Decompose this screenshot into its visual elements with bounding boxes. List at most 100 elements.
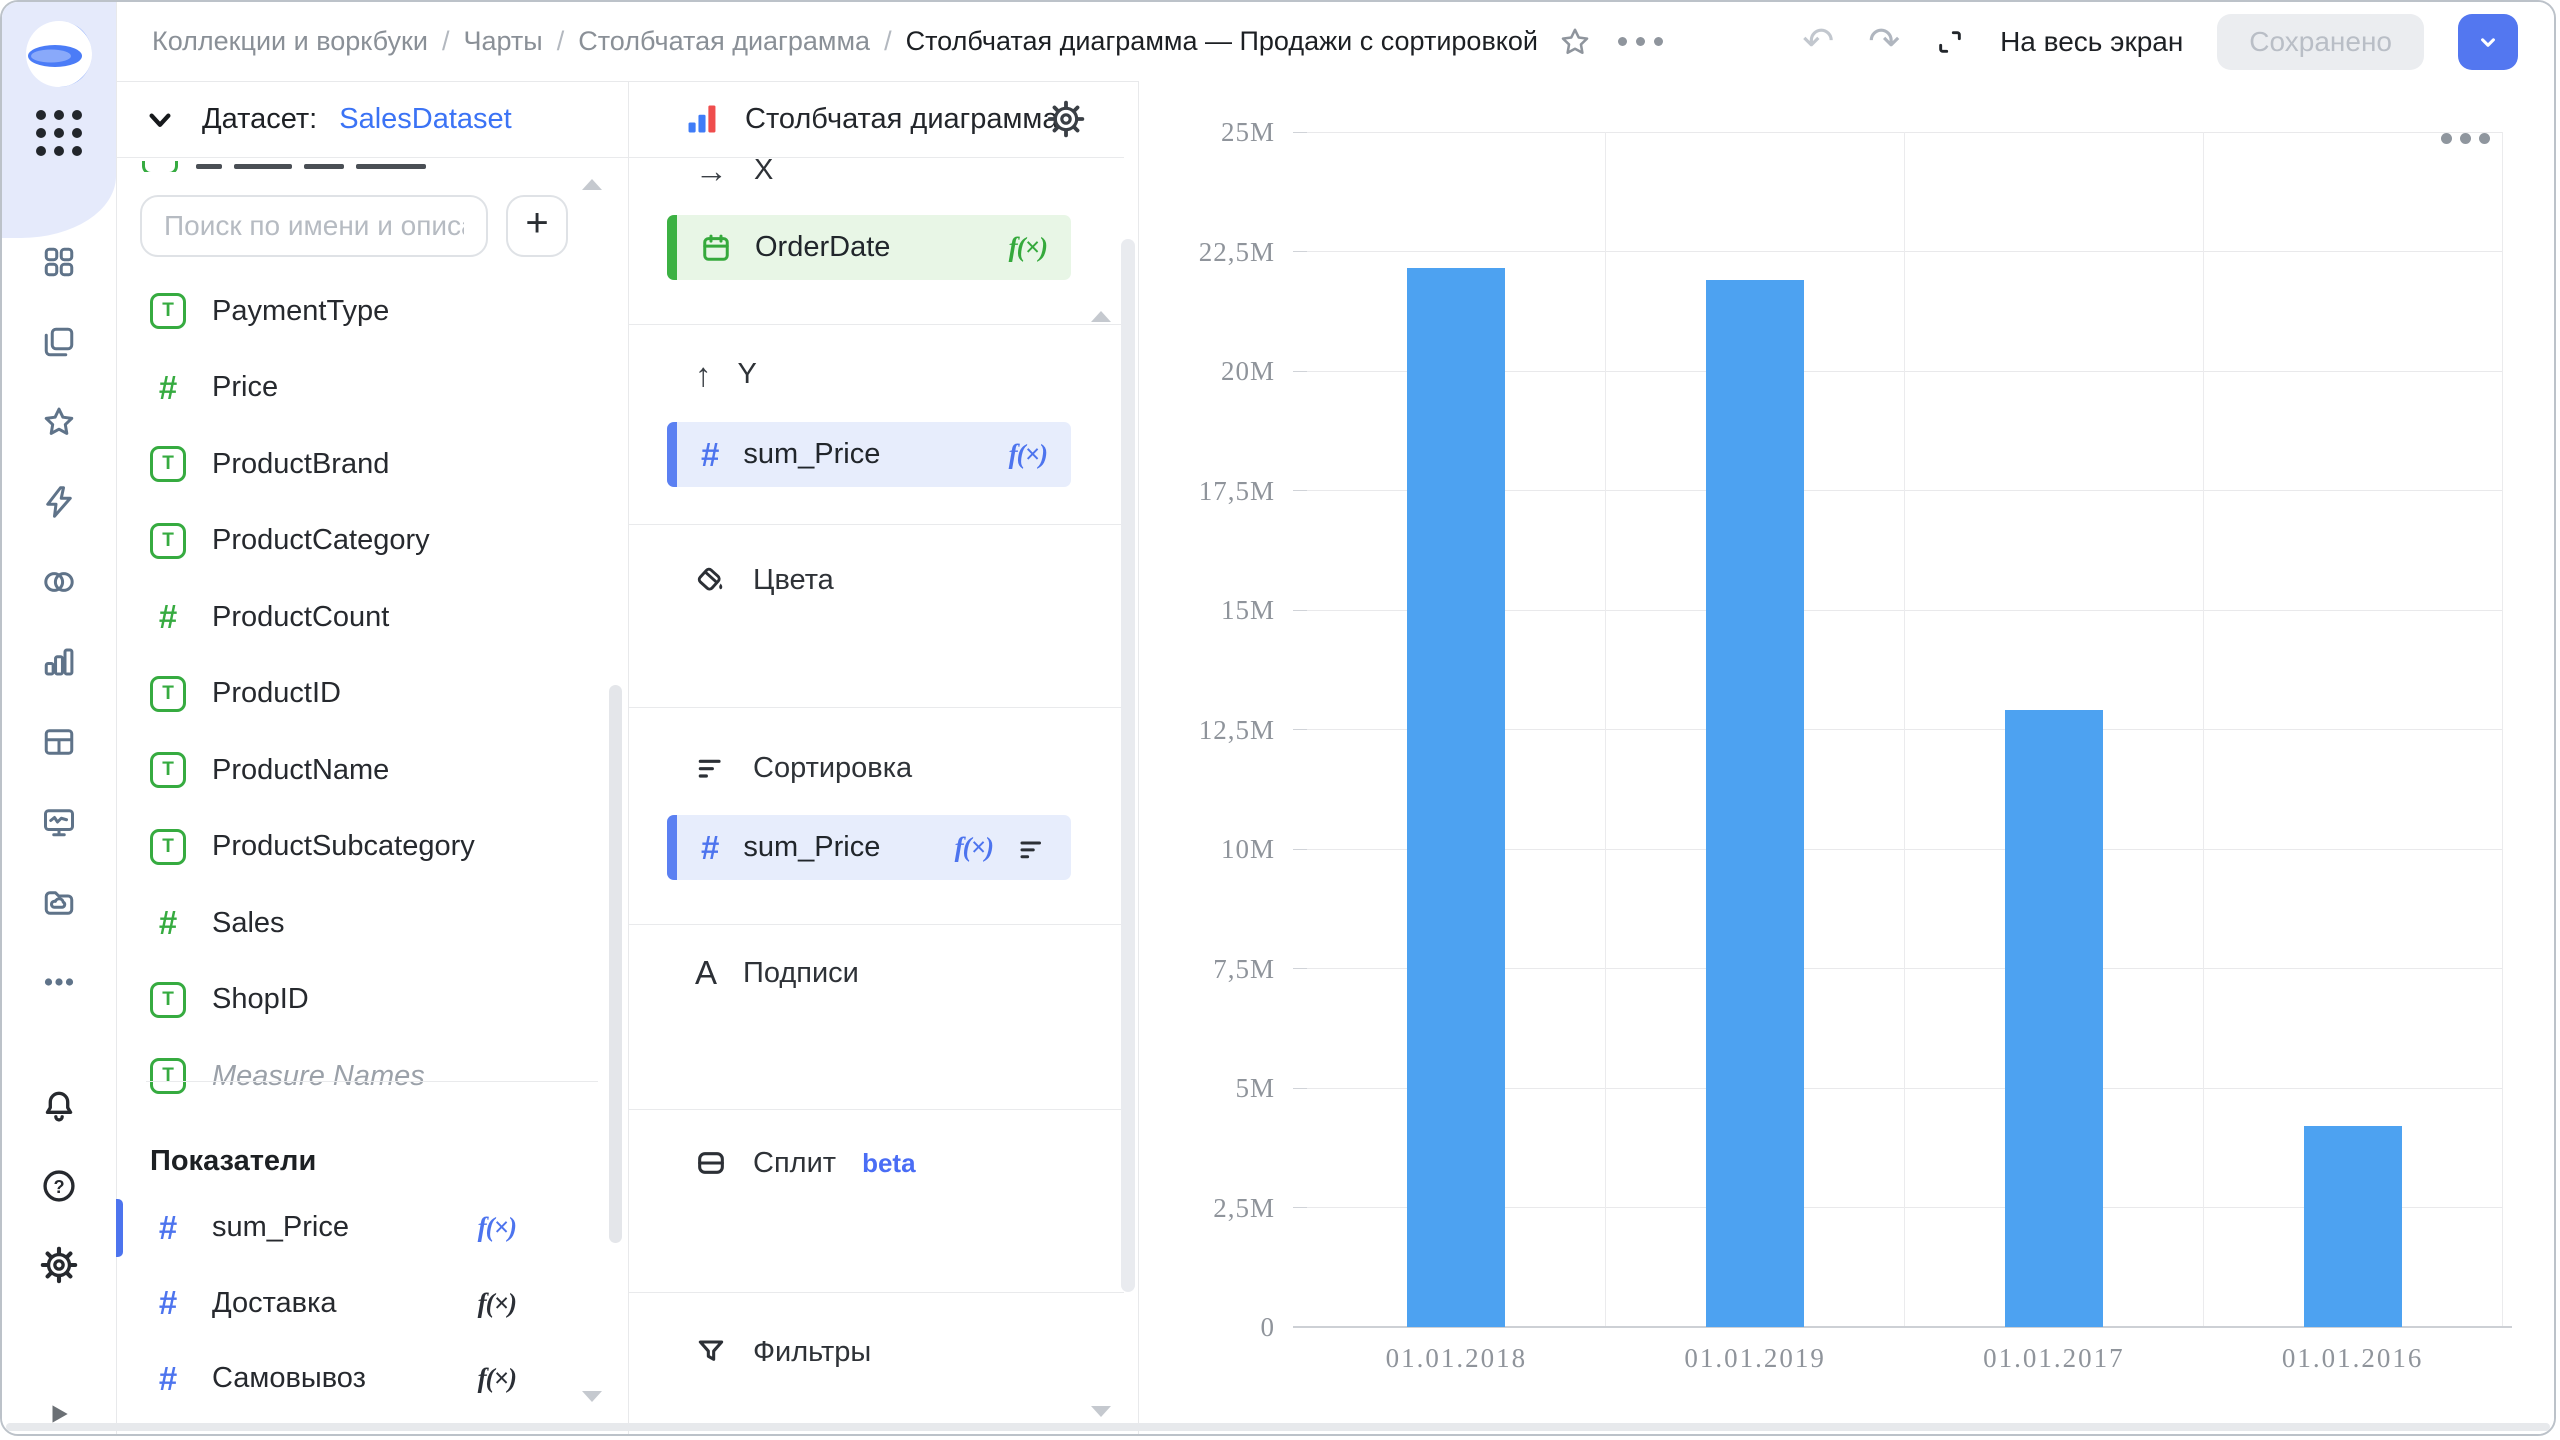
dataset-field-row[interactable]: T ShopID bbox=[116, 962, 628, 1039]
y-tick-mark bbox=[1293, 371, 1307, 372]
section-labels[interactable]: A Подписи bbox=[695, 953, 859, 993]
dataset-field-row[interactable]: #Sales bbox=[116, 885, 628, 962]
string-field-icon: T bbox=[150, 293, 186, 329]
dataset-field-row[interactable]: TProductSubcategory bbox=[116, 809, 628, 886]
x-tick-label: 01.01.2016 bbox=[2203, 1343, 2502, 1374]
dataset-field-row[interactable]: TPaymentType bbox=[116, 273, 628, 350]
field-name: ShopID bbox=[212, 983, 309, 1016]
measure-row[interactable]: #Доставкаf(×) bbox=[116, 1266, 628, 1342]
y-tick-mark bbox=[1293, 251, 1307, 252]
scroll-up-arrow[interactable] bbox=[1091, 311, 1111, 322]
fullscreen-icon[interactable] bbox=[1934, 26, 1966, 58]
dataset-field-row[interactable]: TProductID bbox=[116, 656, 628, 733]
number-field-icon: # bbox=[150, 1284, 186, 1322]
x-field-pill[interactable]: OrderDate f(×) bbox=[667, 215, 1071, 280]
sort-field-pill[interactable]: # sum_Price f(×) bbox=[667, 815, 1071, 880]
apps-grid-icon[interactable] bbox=[36, 110, 82, 156]
x-field-name: OrderDate bbox=[755, 231, 890, 264]
horizontal-scrollbar[interactable] bbox=[6, 1423, 2550, 1431]
notifications-bell-icon[interactable] bbox=[40, 1087, 78, 1125]
section-split-label: Сплит bbox=[753, 1147, 836, 1180]
bar[interactable] bbox=[2304, 1126, 2402, 1327]
redo-icon[interactable]: ↷ bbox=[1868, 23, 1900, 61]
datasets-icon[interactable] bbox=[41, 724, 77, 760]
number-field-icon: # bbox=[701, 436, 719, 474]
settings-gear-icon[interactable] bbox=[40, 1246, 78, 1284]
chevron-down-icon bbox=[2475, 29, 2501, 55]
calendar-icon bbox=[701, 233, 731, 263]
v-gridline bbox=[2502, 132, 2503, 1327]
monitoring-icon[interactable] bbox=[41, 804, 77, 840]
number-field-icon: # bbox=[150, 904, 186, 942]
y-field-name: sum_Price bbox=[743, 438, 880, 471]
y-tick-label: 10M bbox=[1115, 833, 1275, 865]
field-name: ProductBrand bbox=[212, 448, 389, 481]
dataset-name-link[interactable]: SalesDataset bbox=[339, 103, 512, 136]
dataset-field-row[interactable]: TProductCategory bbox=[116, 503, 628, 580]
bar[interactable] bbox=[2005, 710, 2103, 1327]
sort-order-icon[interactable] bbox=[1017, 833, 1047, 863]
y-tick-label: 25M bbox=[1115, 116, 1275, 148]
collections-icon[interactable] bbox=[41, 324, 77, 360]
dataset-field-row[interactable]: #Price bbox=[116, 350, 628, 427]
dataset-scrollbar[interactable] bbox=[609, 685, 622, 1243]
paint-bucket-icon bbox=[695, 564, 727, 596]
save-dropdown-button[interactable] bbox=[2458, 14, 2518, 70]
section-filters[interactable]: Фильтры bbox=[695, 1332, 871, 1372]
breadcrumb-more-icon[interactable] bbox=[1618, 37, 1663, 46]
dashboards-icon[interactable] bbox=[41, 244, 77, 280]
bar[interactable] bbox=[1407, 268, 1505, 1327]
more-icon[interactable] bbox=[41, 964, 77, 1000]
measure-row[interactable]: #Самовывозf(×) bbox=[116, 1341, 628, 1417]
column-chart-type-icon bbox=[685, 102, 719, 136]
chart-settings-gear-icon[interactable] bbox=[1046, 99, 1086, 139]
field-name: Price bbox=[212, 371, 278, 404]
scroll-down-arrow[interactable] bbox=[582, 1391, 602, 1402]
favorites-icon[interactable] bbox=[41, 404, 77, 440]
dataset-collapse-chevron-icon[interactable] bbox=[140, 99, 180, 139]
dataset-field-row[interactable]: #ProductCount bbox=[116, 579, 628, 656]
v-gridline bbox=[1605, 132, 1606, 1327]
x-tick-label: 01.01.2017 bbox=[1905, 1343, 2204, 1374]
y-tick-mark bbox=[1293, 1088, 1307, 1089]
fullscreen-button[interactable]: На весь экран bbox=[2000, 26, 2183, 58]
scroll-up-arrow[interactable] bbox=[582, 179, 602, 190]
breadcrumb-separator: / bbox=[442, 26, 450, 57]
section-colors[interactable]: Цвета bbox=[695, 560, 834, 600]
number-field-icon: # bbox=[701, 829, 719, 867]
dataset-field-row[interactable]: TProductBrand bbox=[116, 426, 628, 503]
section-colors-label: Цвета bbox=[753, 564, 834, 597]
formula-icon: f(×) bbox=[1009, 232, 1047, 263]
save-button[interactable]: Сохранено bbox=[2217, 14, 2424, 70]
clipped-field-row bbox=[142, 161, 482, 172]
undo-icon[interactable]: ↶ bbox=[1802, 23, 1834, 61]
scroll-down-arrow[interactable] bbox=[1091, 1406, 1111, 1417]
favorite-star-icon[interactable] bbox=[1558, 25, 1592, 59]
storage-folder-icon[interactable] bbox=[41, 884, 77, 920]
active-measure-indicator bbox=[116, 1199, 123, 1257]
quick-actions-icon[interactable] bbox=[41, 484, 77, 520]
chart-preview-panel: 02,5M5M7,5M10M12,5M15M17,5M20M22,5M25M01… bbox=[1139, 81, 2554, 1434]
y-tick-label: 5M bbox=[1115, 1072, 1275, 1104]
section-split[interactable]: Сплит beta bbox=[695, 1143, 916, 1183]
connections-icon[interactable] bbox=[41, 564, 77, 600]
add-field-button[interactable]: + bbox=[506, 195, 568, 257]
breadcrumb-link[interactable]: Коллекции и воркбуки bbox=[152, 26, 428, 57]
breadcrumb-link[interactable]: Столбчатая диаграмма bbox=[578, 26, 870, 57]
y-tick-mark bbox=[1293, 849, 1307, 850]
string-field-icon: T bbox=[150, 982, 186, 1018]
search-input[interactable] bbox=[140, 195, 488, 257]
help-icon[interactable]: ? bbox=[40, 1167, 78, 1205]
charts-icon[interactable] bbox=[41, 644, 77, 680]
breadcrumb-link[interactable]: Чарты bbox=[463, 26, 542, 57]
letter-a-icon: A bbox=[695, 954, 717, 992]
measure-row[interactable]: #sum_Pricef(×) bbox=[116, 1190, 628, 1266]
bar[interactable] bbox=[1706, 280, 1804, 1327]
dataset-field-row[interactable]: TMeasure Names bbox=[116, 1038, 628, 1115]
y-tick-mark bbox=[1293, 1207, 1307, 1208]
dataset-field-row[interactable]: TProductName bbox=[116, 732, 628, 809]
string-field-icon: T bbox=[150, 676, 186, 712]
y-field-pill[interactable]: # sum_Price f(×) bbox=[667, 422, 1071, 487]
datalens-logo[interactable] bbox=[25, 20, 93, 88]
config-scrollbar[interactable] bbox=[1121, 239, 1135, 1292]
